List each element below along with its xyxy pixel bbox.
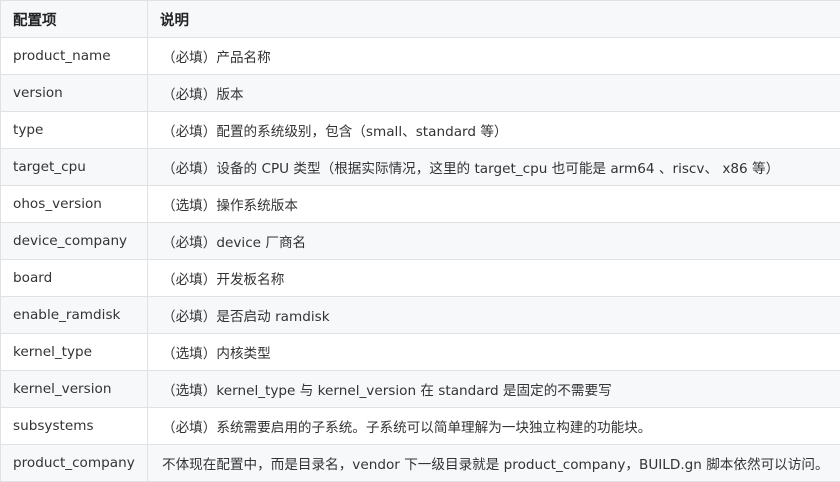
config-key: product_name	[1, 38, 148, 75]
config-description: 不体现在配置中，而是目录名，vendor 下一级目录就是 product_com…	[148, 445, 840, 482]
config-description: （选填）内核类型	[148, 334, 840, 371]
config-description: （选填）kernel_type 与 kernel_version 在 stand…	[148, 371, 840, 408]
table-row: product_name （必填）产品名称	[1, 38, 840, 75]
header-description: 说明	[148, 1, 840, 38]
table-row: product_company 不体现在配置中，而是目录名，vendor 下一级…	[1, 445, 840, 482]
config-description: （必填）配置的系统级别，包含（small、standard 等）	[148, 112, 840, 149]
table-header: 配置项 说明	[1, 1, 840, 38]
table-body: product_name （必填）产品名称 version （必填）版本 typ…	[1, 38, 840, 482]
config-key: version	[1, 75, 148, 112]
config-description: （必填）产品名称	[148, 38, 840, 75]
table-row: subsystems （必填）系统需要启用的子系统。子系统可以简单理解为一块独立…	[1, 408, 840, 445]
config-description: （必填）device 厂商名	[148, 223, 840, 260]
config-key: target_cpu	[1, 149, 148, 186]
table-row: kernel_type （选填）内核类型	[1, 334, 840, 371]
config-description: （必填）版本	[148, 75, 840, 112]
config-description: （必填）系统需要启用的子系统。子系统可以简单理解为一块独立构建的功能块。	[148, 408, 840, 445]
config-description: （选填）操作系统版本	[148, 186, 840, 223]
table-row: board （必填）开发板名称	[1, 260, 840, 297]
config-key: subsystems	[1, 408, 148, 445]
table-row: type （必填）配置的系统级别，包含（small、standard 等）	[1, 112, 840, 149]
header-row: 配置项 说明	[1, 1, 840, 38]
table-row: ohos_version （选填）操作系统版本	[1, 186, 840, 223]
config-description: （必填）是否启动 ramdisk	[148, 297, 840, 334]
config-key: type	[1, 112, 148, 149]
table-row: kernel_version （选填）kernel_type 与 kernel_…	[1, 371, 840, 408]
header-config-item: 配置项	[1, 1, 148, 38]
config-key: kernel_type	[1, 334, 148, 371]
config-table: 配置项 说明 product_name （必填）产品名称 version （必填…	[0, 0, 840, 482]
config-key: ohos_version	[1, 186, 148, 223]
config-key: kernel_version	[1, 371, 148, 408]
config-key: enable_ramdisk	[1, 297, 148, 334]
config-key: board	[1, 260, 148, 297]
config-description: （必填）开发板名称	[148, 260, 840, 297]
config-key: device_company	[1, 223, 148, 260]
table-row: device_company （必填）device 厂商名	[1, 223, 840, 260]
table-row: target_cpu （必填）设备的 CPU 类型（根据实际情况，这里的 tar…	[1, 149, 840, 186]
table-row: enable_ramdisk （必填）是否启动 ramdisk	[1, 297, 840, 334]
config-key: product_company	[1, 445, 148, 482]
table-row: version （必填）版本	[1, 75, 840, 112]
config-description: （必填）设备的 CPU 类型（根据实际情况，这里的 target_cpu 也可能…	[148, 149, 840, 186]
